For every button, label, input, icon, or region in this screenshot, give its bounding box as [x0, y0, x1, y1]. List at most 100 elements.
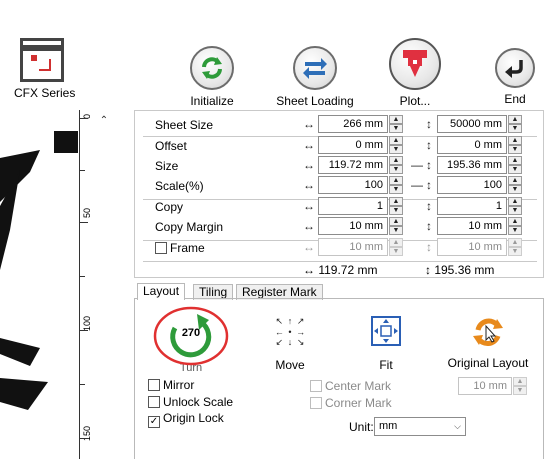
- spin-up-icon[interactable]: ▲: [389, 176, 403, 185]
- spin-down-icon[interactable]: ▼: [508, 124, 522, 133]
- scroll-up-icon[interactable]: ⌃: [97, 114, 111, 128]
- sheet-height-value[interactable]: 50000 mm: [437, 115, 507, 133]
- spin-down-icon[interactable]: ▼: [508, 165, 522, 174]
- fit-button[interactable]: Fit: [358, 316, 414, 372]
- center-mark-checkbox[interactable]: [310, 380, 322, 392]
- scale-x-value[interactable]: 100: [318, 176, 388, 194]
- spin-down-icon[interactable]: ▼: [389, 145, 403, 154]
- spin-down-icon[interactable]: ▼: [508, 145, 522, 154]
- spin-down-icon[interactable]: ▼: [389, 247, 403, 256]
- corner-mark-checkbox[interactable]: [310, 397, 322, 409]
- spin-down-icon[interactable]: ▼: [389, 206, 403, 215]
- scale-label: Scale(%): [155, 179, 204, 193]
- mirror-checkbox[interactable]: [148, 379, 160, 391]
- plot-button[interactable]: Plot...: [384, 38, 446, 108]
- copy-margin-y-value[interactable]: 10 mm: [437, 217, 507, 235]
- mirror-label: Mirror: [163, 378, 195, 392]
- end-label: End: [504, 92, 526, 106]
- sheet-height-stepper[interactable]: 50000 mm ▲ ▼: [437, 115, 522, 133]
- vertical-arrow-icon: ↕: [426, 240, 432, 254]
- sheet-width-stepper[interactable]: 266 mm ▲ ▼: [318, 115, 403, 133]
- tab-layout[interactable]: Layout: [137, 283, 186, 300]
- spin-up-icon[interactable]: ▲: [508, 217, 522, 226]
- size-width-stepper[interactable]: 119.72 mm ▲ ▼: [318, 156, 403, 174]
- spin-up-icon[interactable]: ▲: [508, 115, 522, 124]
- spin-down-icon[interactable]: ▼: [389, 226, 403, 235]
- offset-y-stepper[interactable]: 0 mm ▲ ▼: [437, 136, 522, 154]
- spin-up-icon[interactable]: ▲: [389, 197, 403, 206]
- mark-size-value[interactable]: 10 mm: [458, 377, 512, 395]
- copy-y-value[interactable]: 1: [437, 197, 507, 215]
- preview-canvas[interactable]: [0, 110, 80, 459]
- initialize-button[interactable]: Initialize: [183, 46, 241, 108]
- turn-button[interactable]: 270 Turn: [152, 306, 230, 374]
- spin-up-icon[interactable]: ▲: [508, 238, 522, 247]
- offset-x-stepper[interactable]: 0 mm ▲ ▼: [318, 136, 403, 154]
- center-mark-option[interactable]: Center Mark: [310, 379, 391, 393]
- spin-up-icon[interactable]: ▲: [389, 115, 403, 124]
- spin-up-icon[interactable]: ▲: [508, 176, 522, 185]
- size-height-value[interactable]: 195.36 mm: [437, 156, 507, 174]
- copy-x-value[interactable]: 1: [318, 197, 388, 215]
- frame-x-stepper[interactable]: 10 mm ▲ ▼: [318, 238, 403, 256]
- unlock-scale-checkbox[interactable]: [148, 396, 160, 408]
- spin-down-icon[interactable]: ▼: [508, 226, 522, 235]
- corner-mark-option[interactable]: Corner Mark: [310, 396, 392, 410]
- frame-y-value[interactable]: 10 mm: [437, 238, 507, 256]
- unit-select[interactable]: mm ⌵: [374, 417, 466, 436]
- move-button[interactable]: ↖ ↑ ↗ ← • → ↙ ↓ ↘ Move: [262, 316, 318, 372]
- spin-down-icon[interactable]: ▼: [389, 165, 403, 174]
- mark-size-stepper[interactable]: 10 mm ▲ ▼: [458, 377, 527, 395]
- vertical-arrow-icon: ↕: [426, 158, 432, 172]
- spin-down-icon[interactable]: ▼: [389, 124, 403, 133]
- link-dash-icon: —: [411, 178, 423, 192]
- spin-down-icon[interactable]: ▼: [389, 185, 403, 194]
- offset-x-value[interactable]: 0 mm: [318, 136, 388, 154]
- device-button[interactable]: CFX Series: [14, 38, 78, 100]
- unlock-scale-option[interactable]: Unlock Scale: [148, 395, 233, 409]
- scale-y-stepper[interactable]: 100 ▲ ▼: [437, 176, 522, 194]
- spin-down-icon[interactable]: ▼: [513, 386, 527, 395]
- frame-check-box[interactable]: [155, 242, 167, 254]
- spin-up-icon[interactable]: ▲: [389, 217, 403, 226]
- scale-x-stepper[interactable]: 100 ▲ ▼: [318, 176, 403, 194]
- copy-y-stepper[interactable]: 1 ▲ ▼: [437, 197, 522, 215]
- sheet-loading-button[interactable]: Sheet Loading: [272, 46, 358, 108]
- spin-down-icon[interactable]: ▼: [508, 185, 522, 194]
- sheet-width-value[interactable]: 266 mm: [318, 115, 388, 133]
- spin-up-icon[interactable]: ▲: [508, 197, 522, 206]
- copy-margin-x-stepper[interactable]: 10 mm ▲ ▼: [318, 217, 403, 235]
- spin-up-icon[interactable]: ▲: [389, 136, 403, 145]
- move-label: Move: [275, 358, 305, 372]
- size-width-value[interactable]: 119.72 mm: [318, 156, 388, 174]
- mirror-option[interactable]: Mirror: [148, 378, 194, 392]
- spin-down-icon[interactable]: ▼: [508, 247, 522, 256]
- fit-label: Fit: [379, 358, 393, 372]
- frame-checkbox[interactable]: Frame: [155, 241, 205, 255]
- spin-up-icon[interactable]: ▲: [513, 377, 527, 386]
- origin-lock-option[interactable]: ✓ Origin Lock: [148, 411, 224, 428]
- size-height-stepper[interactable]: 195.36 mm ▲ ▼: [437, 156, 522, 174]
- frame-y-stepper[interactable]: 10 mm ▲ ▼: [437, 238, 522, 256]
- original-layout-button[interactable]: Original Layout: [442, 314, 534, 370]
- copy-margin-x-value[interactable]: 10 mm: [318, 217, 388, 235]
- spin-up-icon[interactable]: ▲: [508, 136, 522, 145]
- end-button[interactable]: End: [490, 48, 540, 106]
- center-mark-label: Center Mark: [325, 379, 392, 393]
- refresh-icon: [190, 46, 234, 90]
- spin-down-icon[interactable]: ▼: [508, 206, 522, 215]
- spin-up-icon[interactable]: ▲: [508, 156, 522, 165]
- return-arrow-icon: [495, 48, 535, 88]
- link-dash-icon: —: [411, 158, 423, 172]
- origin-lock-checkbox[interactable]: ✓: [148, 416, 160, 428]
- scale-row: Scale(%) ↔ 100 ▲ ▼ — ↕ 100 ▲ ▼: [135, 176, 543, 196]
- copy-margin-y-stepper[interactable]: 10 mm ▲ ▼: [437, 217, 522, 235]
- scale-y-value[interactable]: 100: [437, 176, 507, 194]
- toolbar: CFX Series Initialize Sheet Loading Plot…: [0, 0, 560, 110]
- chevron-down-icon: ⌵: [454, 421, 461, 431]
- offset-y-value[interactable]: 0 mm: [437, 136, 507, 154]
- spin-up-icon[interactable]: ▲: [389, 238, 403, 247]
- spin-up-icon[interactable]: ▲: [389, 156, 403, 165]
- frame-x-value[interactable]: 10 mm: [318, 238, 388, 256]
- copy-x-stepper[interactable]: 1 ▲ ▼: [318, 197, 403, 215]
